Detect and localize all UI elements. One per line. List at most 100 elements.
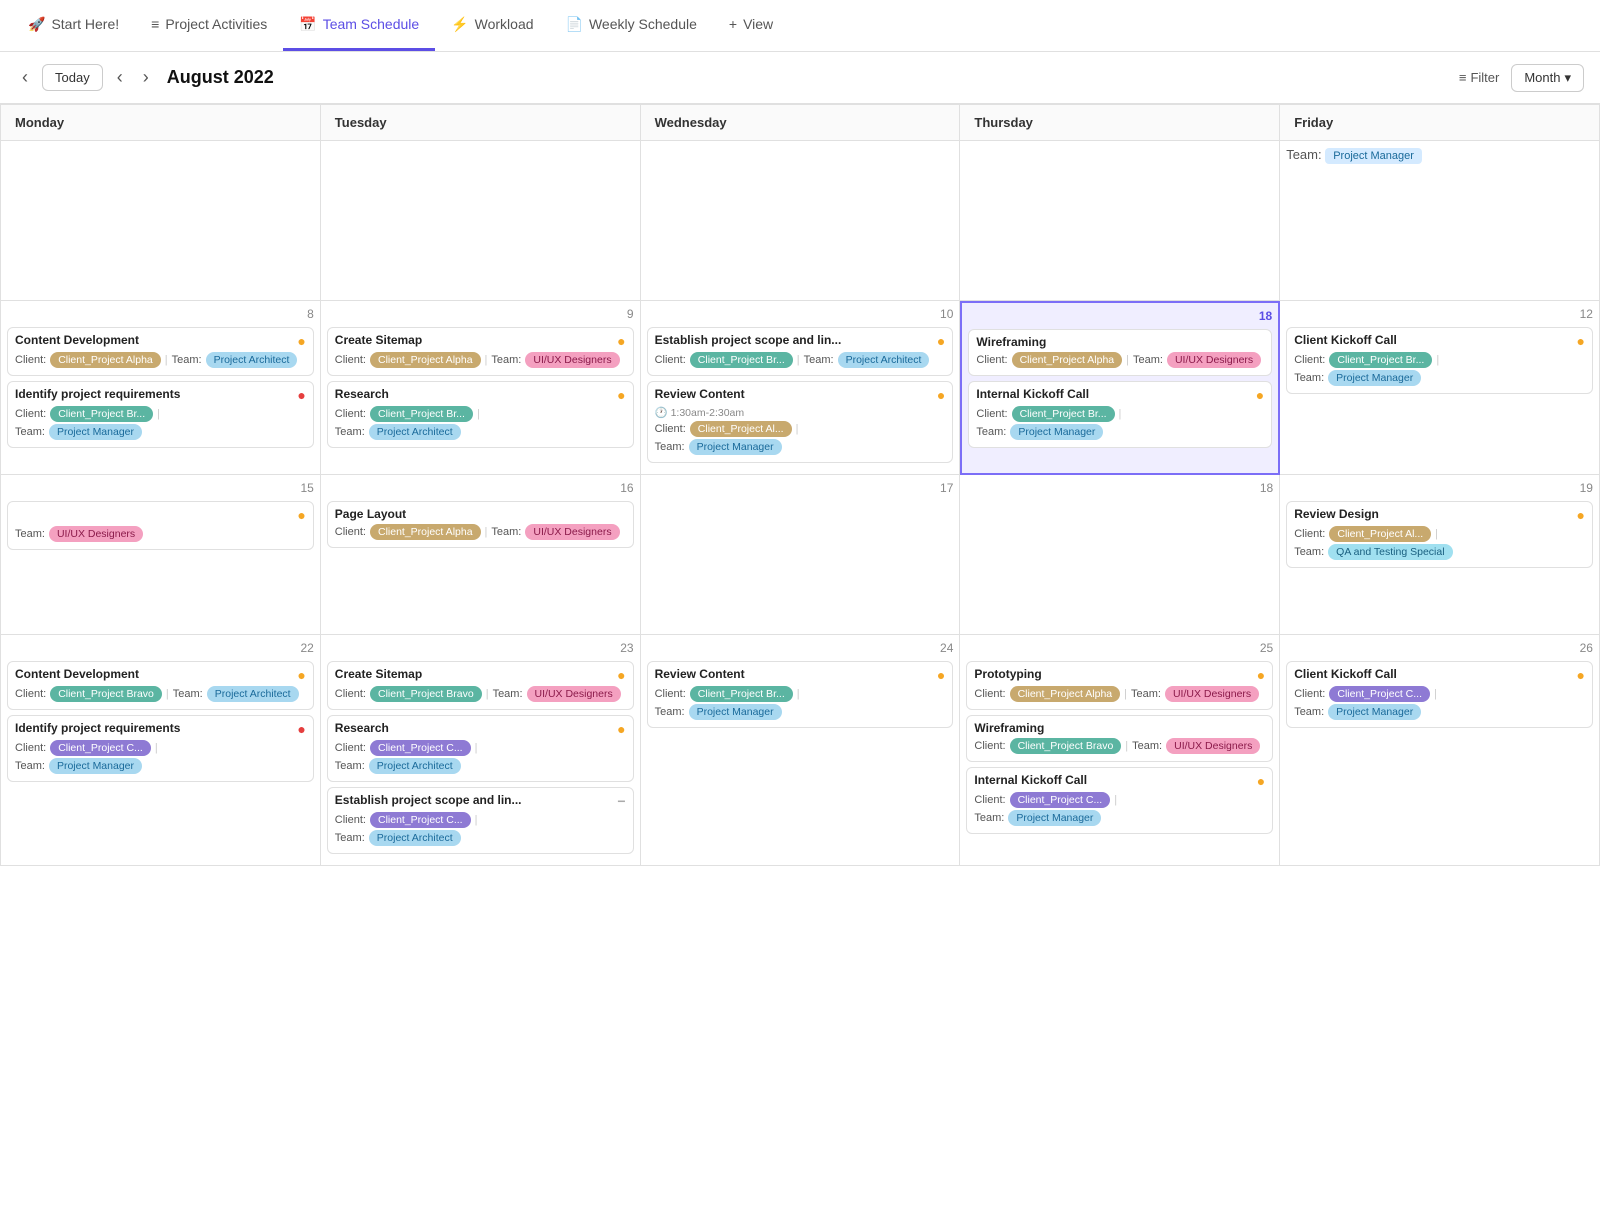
day-number: 26: [1286, 641, 1593, 655]
event-card[interactable]: Wireframing Client: Client_Project Alpha…: [968, 329, 1272, 376]
next-button[interactable]: ›: [137, 65, 155, 90]
event-dot-icon: ●: [297, 667, 305, 683]
team-tag: UI/UX Designers: [525, 524, 619, 540]
day-cell-9: 9 Create Sitemap ● Client: Client_Projec…: [321, 301, 641, 475]
tab-weekly[interactable]: 📄 Weekly Schedule: [550, 0, 713, 51]
tab-team[interactable]: 📅 Team Schedule: [283, 0, 435, 51]
event-dot-icon: ●: [297, 507, 305, 523]
event-row: Client: Client_Project Bravo | Team: UI/…: [974, 738, 1265, 754]
event-card[interactable]: Create Sitemap ● Client: Client_Project …: [327, 661, 634, 710]
day-cell-25: 25 Prototyping ● Client: Client_Project …: [960, 635, 1280, 866]
tab-activities[interactable]: ≡ Project Activities: [135, 0, 283, 51]
client-tag: Client_Project Alpha: [1012, 352, 1123, 368]
event-card[interactable]: Research ● Client: Client_Project C... |…: [327, 715, 634, 782]
day-number: 23: [327, 641, 634, 655]
event-row: Team: Project Manager: [15, 424, 306, 440]
day-cell-22: 22 Content Development ● Client: Client_…: [1, 635, 321, 866]
event-dot-icon: ●: [937, 667, 945, 683]
header-monday: Monday: [1, 105, 321, 141]
event-card[interactable]: Client Kickoff Call ● Client: Client_Pro…: [1286, 327, 1593, 394]
doc-icon: 📄: [566, 16, 583, 33]
event-dot-icon: ●: [1257, 773, 1265, 789]
day-cell-15: 15 ● Team: UI/UX Designers: [1, 475, 321, 635]
event-card[interactable]: Content Development ● Client: Client_Pro…: [7, 327, 314, 376]
client-tag: Client_Project Br...: [370, 406, 473, 422]
team-tag: UI/UX Designers: [525, 352, 619, 368]
team-tag: Project Architect: [206, 352, 298, 368]
event-row: Team: Project Manager: [976, 424, 1264, 440]
team-tag: Project Manager: [1010, 424, 1103, 440]
event-row: Client: Client_Project Bravo | Team: UI/…: [335, 686, 626, 702]
client-tag: Client_Project Br...: [1012, 406, 1115, 422]
team-tag: Project Manager: [49, 758, 142, 774]
event-title: Client Kickoff Call ●: [1294, 333, 1585, 349]
tab-workload[interactable]: ⚡ Workload: [435, 0, 549, 51]
event-title: Wireframing: [976, 335, 1264, 349]
event-card[interactable]: Content Development ● Client: Client_Pro…: [7, 661, 314, 710]
header-tuesday: Tuesday: [321, 105, 641, 141]
event-title: Prototyping ●: [974, 667, 1265, 683]
team-tag: Project Manager: [1008, 810, 1101, 826]
client-tag: Client_Project Bravo: [370, 686, 482, 702]
team-tag: Project Architect: [369, 830, 461, 846]
team-tag: UI/UX Designers: [1166, 738, 1260, 754]
event-card[interactable]: Review Design ● Client: Client_Project A…: [1286, 501, 1593, 568]
event-card[interactable]: Identify project requirements ● Client: …: [7, 715, 314, 782]
event-card[interactable]: Establish project scope and lin... ● Cli…: [647, 327, 954, 376]
tab-view-add[interactable]: + View: [713, 0, 789, 51]
day-cell-26: 26 Client Kickoff Call ● Client: Client_…: [1280, 635, 1600, 866]
calendar-grid: Monday Tuesday Wednesday Thursday Friday…: [0, 104, 1600, 866]
header-thursday: Thursday: [960, 105, 1280, 141]
filter-button[interactable]: ≡ Filter: [1459, 70, 1499, 85]
event-card[interactable]: Establish project scope and lin... − Cli…: [327, 787, 634, 854]
event-card[interactable]: Review Content ● 🕐 1:30am-2:30am Client:…: [647, 381, 954, 463]
month-button[interactable]: Month ▾: [1511, 64, 1584, 92]
team-tag: UI/UX Designers: [1167, 352, 1261, 368]
event-card[interactable]: Prototyping ● Client: Client_Project Alp…: [966, 661, 1273, 710]
event-card[interactable]: Internal Kickoff Call ● Client: Client_P…: [966, 767, 1273, 834]
event-card[interactable]: Create Sitemap ● Client: Client_Project …: [327, 327, 634, 376]
client-tag: Client_Project Bravo: [50, 686, 162, 702]
day-number: 18: [966, 481, 1273, 495]
client-tag: Client_Project C...: [50, 740, 151, 756]
event-row: Team: Project Manager: [15, 758, 306, 774]
event-card[interactable]: Page Layout Client: Client_Project Alpha…: [327, 501, 634, 548]
tab-weekly-label: Weekly Schedule: [589, 16, 697, 32]
team-tag: Project Architect: [207, 686, 299, 702]
chevron-down-nav[interactable]: ‹: [16, 65, 34, 90]
start-icon: 🚀: [28, 16, 45, 33]
event-card[interactable]: Research ● Client: Client_Project Br... …: [327, 381, 634, 448]
today-button[interactable]: Today: [42, 64, 103, 91]
day-number: 17: [647, 481, 954, 495]
event-row: Client: Client_Project Bravo | Team: Pro…: [15, 686, 306, 702]
calendar-icon: 📅: [299, 16, 316, 33]
event-card[interactable]: Client Kickoff Call ● Client: Client_Pro…: [1286, 661, 1593, 728]
event-title: Client Kickoff Call ●: [1294, 667, 1585, 683]
client-tag: Client_Project Br...: [690, 686, 793, 702]
header-friday: Friday: [1280, 105, 1600, 141]
event-row: Client: Client_Project C... |: [335, 740, 626, 756]
event-row: Client: Client_Project Alpha | Team: Pro…: [15, 352, 306, 368]
event-dot-icon: ●: [617, 387, 625, 403]
event-title: Create Sitemap ●: [335, 667, 626, 683]
client-tag: Client_Project C...: [370, 812, 471, 828]
prev-button[interactable]: ‹: [111, 65, 129, 90]
client-tag: Client_Project Br...: [690, 352, 793, 368]
day-cell: [960, 141, 1280, 301]
event-card[interactable]: Identify project requirements ● Client: …: [7, 381, 314, 448]
event-card[interactable]: ● Team: UI/UX Designers: [7, 501, 314, 550]
day-number: 22: [7, 641, 314, 655]
event-row: Team: Project Manager: [1294, 370, 1585, 386]
event-card[interactable]: Internal Kickoff Call ● Client: Client_P…: [968, 381, 1272, 448]
event-title: Review Content ●: [655, 667, 946, 683]
tab-team-label: Team Schedule: [323, 16, 420, 32]
event-card[interactable]: Review Content ● Client: Client_Project …: [647, 661, 954, 728]
event-row: Client: Client_Project Alpha | Team: UI/…: [974, 686, 1265, 702]
tab-start[interactable]: 🚀 Start Here!: [12, 0, 135, 51]
toolbar-right: ≡ Filter Month ▾: [1459, 64, 1584, 92]
client-tag: Client_Project Bravo: [1010, 738, 1122, 754]
event-row: Client: Client_Project C... |: [15, 740, 306, 756]
event-title: ●: [15, 507, 306, 523]
event-card[interactable]: Wireframing Client: Client_Project Bravo…: [966, 715, 1273, 762]
day-cell-17: 17: [641, 475, 961, 635]
